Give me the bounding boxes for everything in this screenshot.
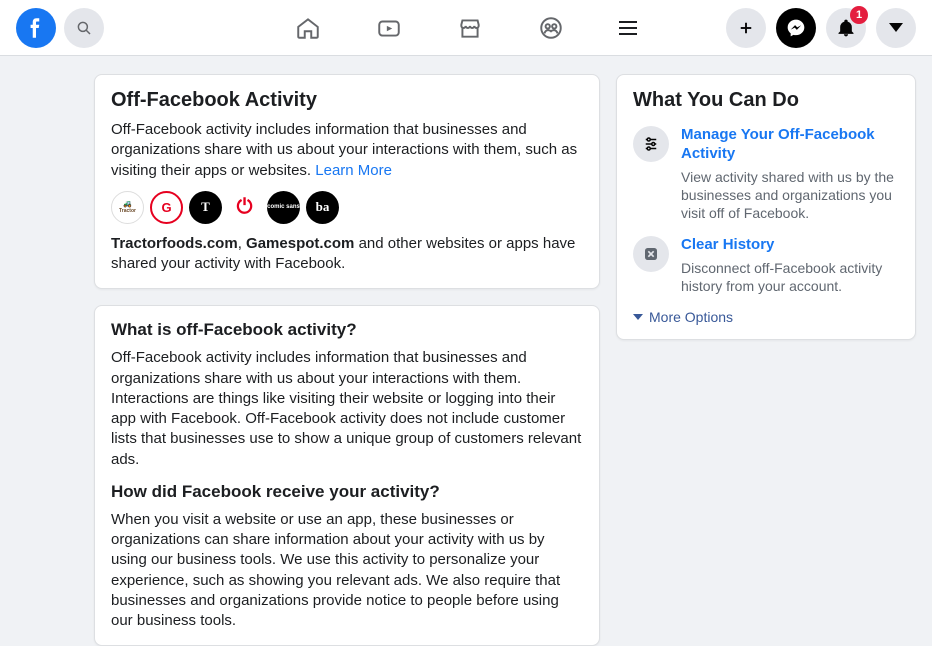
more-options-label: More Options xyxy=(649,309,733,325)
q2-body: When you visit a website or use an app, … xyxy=(111,510,583,632)
clear-history-link[interactable]: Clear History xyxy=(681,236,899,255)
messenger-button[interactable] xyxy=(776,8,816,48)
chevron-down-icon xyxy=(889,23,903,32)
nav-groups[interactable] xyxy=(538,15,564,41)
q1-body: Off-Facebook activity includes informati… xyxy=(111,348,583,470)
source-icon-circle[interactable]: comic sans xyxy=(267,191,300,224)
action-clear-history: Clear History Disconnect off-Facebook ac… xyxy=(633,236,899,295)
clear-history-desc: Disconnect off-Facebook activity history… xyxy=(681,259,899,295)
create-button[interactable] xyxy=(726,8,766,48)
nav-menu[interactable] xyxy=(619,21,637,35)
clear-icon xyxy=(633,236,669,272)
activity-source-icons: 🚜Tractor G T ⏻ comic sans ba xyxy=(111,191,583,224)
sidebar-column: What You Can Do Manage Your Off-Facebook… xyxy=(616,74,916,646)
what-is-card: What is off-Facebook activity? Off-Faceb… xyxy=(94,305,600,646)
nav-home[interactable] xyxy=(295,15,321,41)
sidebar-title: What You Can Do xyxy=(633,89,899,112)
manage-activity-link[interactable]: Manage Your Off-Facebook Activity xyxy=(681,126,899,164)
source-icon-ba[interactable]: ba xyxy=(306,191,339,224)
shared-activity-text: Tractorfoods.com, Gamespot.com and other… xyxy=(111,234,583,275)
learn-more-link[interactable]: Learn More xyxy=(315,162,392,179)
top-navbar: 1 xyxy=(0,0,932,56)
top-right-actions: 1 xyxy=(726,8,916,48)
card1-title: Off-Facebook Activity xyxy=(111,89,583,112)
nav-watch[interactable] xyxy=(376,15,402,41)
page-content: Off-Facebook Activity Off-Facebook activ… xyxy=(0,56,932,646)
more-options-toggle[interactable]: More Options xyxy=(633,309,899,325)
nav-marketplace[interactable] xyxy=(457,15,483,41)
chevron-down-icon xyxy=(633,314,643,320)
action-manage-activity: Manage Your Off-Facebook Activity View a… xyxy=(633,126,899,222)
main-column: Off-Facebook Activity Off-Facebook activ… xyxy=(94,74,600,646)
what-you-can-do-card: What You Can Do Manage Your Off-Facebook… xyxy=(616,74,916,340)
q2-title: How did Facebook receive your activity? xyxy=(111,482,583,502)
source-icon-nyt[interactable]: T xyxy=(189,191,222,224)
nav-center xyxy=(295,0,637,55)
q1-title: What is off-Facebook activity? xyxy=(111,320,583,340)
notifications-button[interactable]: 1 xyxy=(826,8,866,48)
account-menu-button[interactable] xyxy=(876,8,916,48)
card1-description: Off-Facebook activity includes informati… xyxy=(111,120,583,181)
manage-activity-desc: View activity shared with us by the busi… xyxy=(681,168,899,223)
sliders-icon xyxy=(633,126,669,162)
facebook-logo[interactable] xyxy=(16,8,56,48)
menu-icon xyxy=(619,21,637,35)
source-icon-gamespot[interactable]: G xyxy=(150,191,183,224)
search-button[interactable] xyxy=(64,8,104,48)
source-icon-tractor[interactable]: 🚜Tractor xyxy=(111,191,144,224)
off-facebook-activity-card: Off-Facebook Activity Off-Facebook activ… xyxy=(94,74,600,289)
notification-badge: 1 xyxy=(850,6,868,24)
source-icon-power[interactable]: ⏻ xyxy=(228,191,261,224)
